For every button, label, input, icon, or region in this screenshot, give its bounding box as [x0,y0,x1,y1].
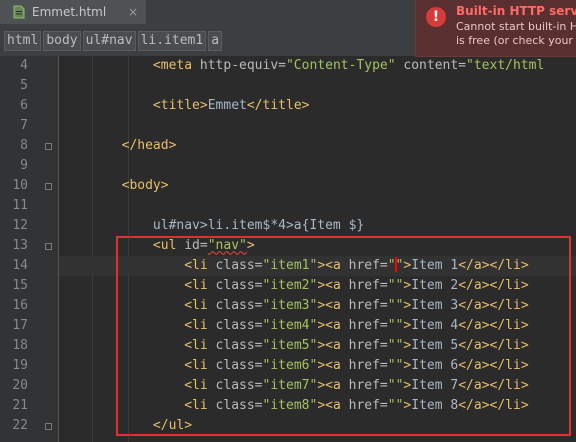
line-number: 7 [20,118,28,133]
line-number: 18 [12,338,28,353]
tab-emmet-html[interactable]: Emmet.html × [0,0,146,24]
line-number: 13 [12,238,28,253]
line-number: 21 [12,398,28,413]
line-number: 17 [12,318,28,333]
code-line-10: <body> [121,178,169,193]
notification-message-line: is free (or check your [456,34,573,47]
fold-marker-icon[interactable] [45,143,52,150]
line-number-gutter[interactable]: 4 5 6 7 8 9 10 11 12 13 14 15 16 17 18 1… [0,56,59,442]
breadcrumb-item-html[interactable]: html [4,31,42,51]
line-number: 15 [12,278,28,293]
code-line-21: <li class="item8"><a href="">Item 8</a><… [184,398,529,413]
line-number: 9 [20,158,28,173]
breadcrumb-item-a[interactable]: a [208,31,223,51]
line-number: 16 [12,298,28,313]
code-line-4: <meta http-equiv="Content-Type" content=… [152,58,545,73]
code-line-6: <title>Emmet</title> [152,98,310,113]
code-line-14: <li class="item1"><a href="">Item 1</a><… [59,256,576,276]
code-line-18: <li class="item5"><a href="">Item 5</a><… [184,338,529,353]
breadcrumb-item-ul-nav[interactable]: ul#nav [82,31,136,51]
line-number: 22 [12,418,28,433]
line-number: 6 [20,98,28,113]
code-line-22: </ul> [152,418,193,433]
line-number: 8 [20,138,28,153]
fold-marker-icon[interactable] [45,183,52,190]
code-line-15: <li class="item2"><a href="">Item 2</a><… [184,278,529,293]
code-line-8: </head> [121,138,177,153]
line-number: 12 [12,218,28,233]
code-line-13: <ul id="nav"> [152,238,255,253]
line-number: 14 [12,258,28,273]
code-line-20: <li class="item7"><a href="">Item 7</a><… [184,378,529,393]
tab-close-icon[interactable]: × [128,5,138,19]
line-number: 10 [12,178,28,193]
line-number: 11 [12,198,28,213]
code-line-17: <li class="item4"><a href="">Item 4</a><… [184,318,529,333]
line-number: 5 [20,78,28,93]
line-number: 20 [12,378,28,393]
line-number: 19 [12,358,28,373]
code-line-16: <li class="item3"><a href="">Item 3</a><… [184,298,529,313]
error-notification[interactable]: ! Built-in HTTP server Cannot start buil… [415,0,576,57]
notification-title: Built-in HTTP server [456,4,576,18]
notification-message-line: Cannot start built-in H [456,20,576,33]
code-line-19: <li class="item6"><a href="">Item 6</a><… [184,358,529,373]
breadcrumb-item-body[interactable]: body [43,31,81,51]
fold-marker-icon[interactable] [45,423,52,430]
breadcrumb-item-li-item1[interactable]: li.item1 [137,31,207,51]
html-file-icon [12,5,26,19]
fold-marker-icon[interactable] [45,243,52,250]
line-number: 4 [20,58,28,73]
code-editor[interactable]: <meta http-equiv="Content-Type" content=… [59,56,576,442]
code-line-12: ul#nav>li.item$*4>a{Item $} [152,218,365,233]
error-icon: ! [426,7,446,27]
tab-label: Emmet.html [32,5,107,19]
